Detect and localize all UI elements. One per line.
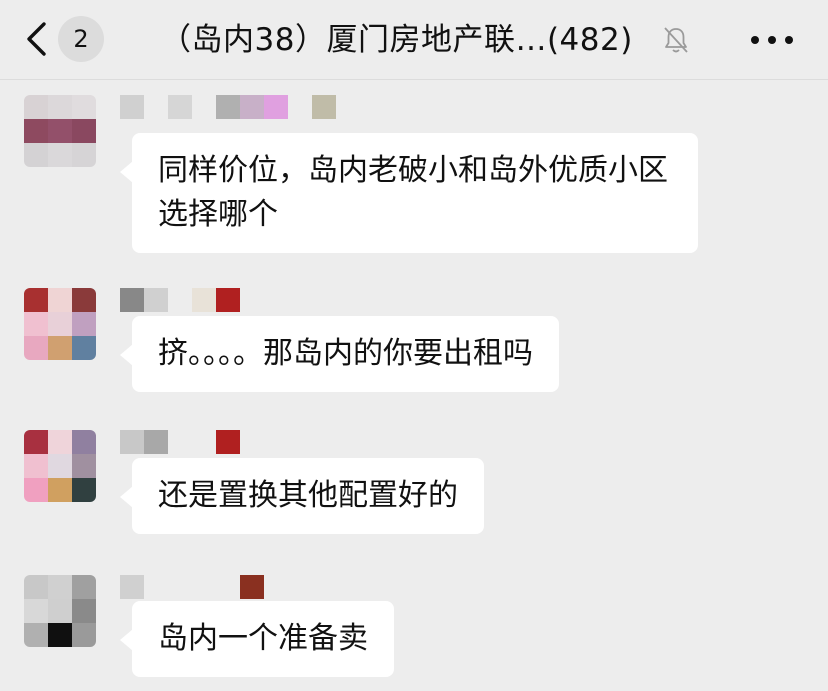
mute-bell-icon bbox=[664, 27, 688, 53]
chevron-left-icon bbox=[27, 22, 46, 56]
message-bubble[interactable]: 岛内一个准备卖 bbox=[120, 601, 394, 677]
avatar[interactable] bbox=[24, 430, 96, 502]
nav-bar: 2 （岛内38）厦门房地产联…(482) bbox=[0, 0, 828, 80]
more-options-button[interactable] bbox=[745, 22, 799, 58]
message-bubble[interactable]: 同样价位，岛内老破小和岛外优质小区选择哪个 bbox=[120, 133, 698, 253]
dot bbox=[751, 36, 759, 44]
message-bubble[interactable]: 挤。。。。那岛内的你要出租吗 bbox=[120, 316, 559, 392]
message-bubble[interactable]: 还是置换其他配置好的 bbox=[120, 458, 484, 534]
sender-name bbox=[120, 575, 264, 599]
dot bbox=[785, 36, 793, 44]
back-button[interactable]: 2 bbox=[22, 14, 122, 64]
sender-name bbox=[120, 95, 336, 119]
dot bbox=[768, 36, 776, 44]
unread-count-badge: 2 bbox=[58, 16, 104, 62]
sender-name bbox=[120, 430, 240, 454]
avatar[interactable] bbox=[24, 288, 96, 360]
avatar[interactable] bbox=[24, 575, 96, 647]
chat-title: （岛内38）厦门房地产联…(482) bbox=[160, 22, 633, 58]
sender-name bbox=[120, 288, 240, 312]
avatar[interactable] bbox=[24, 95, 96, 167]
